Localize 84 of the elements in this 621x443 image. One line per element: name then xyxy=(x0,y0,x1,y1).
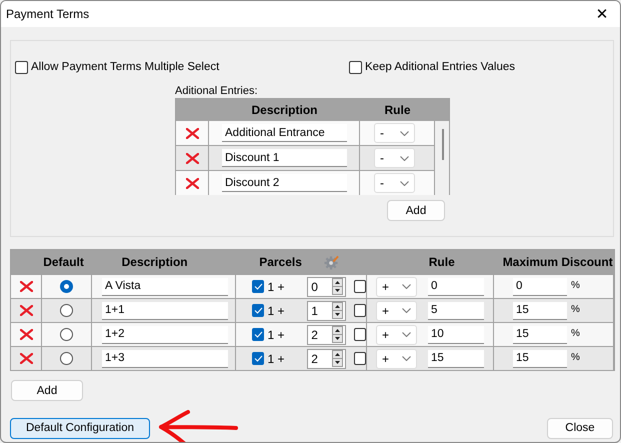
default-radio[interactable] xyxy=(60,328,73,341)
parcels-checkbox[interactable] xyxy=(252,328,264,341)
description-field[interactable]: 1+2 xyxy=(102,326,228,344)
delete-icon[interactable] xyxy=(20,305,32,316)
spinner-arrows-icon[interactable] xyxy=(332,278,343,295)
spinner-arrows-icon[interactable] xyxy=(332,326,343,343)
parcels-spinner[interactable]: 0 xyxy=(307,276,346,296)
parcels-checkbox[interactable] xyxy=(252,304,264,317)
add-button[interactable]: Add xyxy=(387,200,445,221)
checkbox[interactable] xyxy=(354,280,366,293)
rule-dropdown[interactable]: + xyxy=(376,300,417,320)
parcels-prefix: 1 + xyxy=(267,328,286,342)
percent-label: % xyxy=(571,280,580,291)
delete-icon[interactable] xyxy=(20,353,32,364)
column-header: Rule xyxy=(428,254,456,271)
parcels-spinner[interactable]: 1 xyxy=(307,300,346,320)
delete-icon[interactable] xyxy=(20,281,32,292)
scrollbar-thumb[interactable] xyxy=(442,129,444,160)
checkbox[interactable] xyxy=(354,304,366,317)
description-field[interactable]: 1+3 xyxy=(102,350,228,368)
rule-dropdown[interactable]: - xyxy=(374,148,415,168)
rule-dropdown[interactable]: + xyxy=(376,276,417,296)
rule-value-field[interactable]: 10 xyxy=(428,326,484,344)
default-radio[interactable] xyxy=(60,280,73,293)
max-discount-field[interactable]: 0 xyxy=(513,278,567,296)
default-configuration-button[interactable]: Default Configuration xyxy=(10,418,150,438)
chevron-down-icon xyxy=(402,308,411,313)
rule-dropdown[interactable]: - xyxy=(374,173,415,193)
percent-label: % xyxy=(571,304,580,315)
description-field[interactable]: Discount 2 xyxy=(222,174,347,192)
rule-dropdown[interactable]: + xyxy=(376,348,417,368)
column-header: Default xyxy=(42,254,85,271)
checkbox[interactable] xyxy=(15,60,28,74)
chevron-down-icon xyxy=(402,332,411,337)
section-label: Aditional Entries: xyxy=(175,85,259,98)
description-field[interactable]: A Vista xyxy=(102,278,228,296)
column-header: Rule xyxy=(383,102,412,119)
parcels-checkbox[interactable] xyxy=(252,352,264,365)
chevron-down-icon xyxy=(402,284,411,289)
add-button[interactable]: Add xyxy=(11,380,83,401)
column-header: Description xyxy=(250,102,318,119)
default-radio[interactable] xyxy=(60,304,73,317)
close-button[interactable]: ✕ xyxy=(584,1,620,27)
parcels-prefix: 1 + xyxy=(267,304,286,318)
percent-label: % xyxy=(571,328,580,339)
chevron-down-icon xyxy=(400,180,409,186)
column-header: Description xyxy=(120,254,189,271)
window-title: Payment Terms xyxy=(6,7,90,21)
chevron-down-icon xyxy=(400,156,409,160)
column-header: Maximum Discount xyxy=(502,254,614,271)
close-button[interactable]: Close xyxy=(547,418,613,438)
delete-icon[interactable] xyxy=(186,178,198,188)
rule-value-field[interactable]: 0 xyxy=(428,278,484,296)
parcels-checkbox[interactable] xyxy=(252,280,264,293)
default-radio[interactable] xyxy=(60,352,73,365)
gear-icon xyxy=(324,254,339,270)
checkbox[interactable] xyxy=(348,60,362,74)
rule-dropdown[interactable]: + xyxy=(376,324,417,344)
parcels-spinner[interactable]: 2 xyxy=(307,324,346,344)
chevron-down-icon xyxy=(400,130,409,136)
spinner-arrows-icon[interactable] xyxy=(332,302,343,319)
description-field[interactable]: Additional Entrance xyxy=(222,124,347,142)
delete-icon[interactable] xyxy=(186,128,198,138)
column-header: Parcels xyxy=(259,255,302,269)
description-field[interactable]: Discount 1 xyxy=(222,149,347,167)
checkbox-label: Keep Aditional Entries Values xyxy=(364,61,515,73)
chevron-down-icon xyxy=(402,356,411,361)
parcels-spinner[interactable]: 2 xyxy=(307,348,346,368)
delete-icon[interactable] xyxy=(186,152,198,164)
parcels-prefix: 1 + xyxy=(267,352,286,366)
rule-value-field[interactable]: 5 xyxy=(428,302,484,320)
percent-label: % xyxy=(571,352,580,363)
max-discount-field[interactable]: 15 xyxy=(513,326,567,344)
max-discount-field[interactable]: 15 xyxy=(513,302,567,320)
spinner-arrows-icon[interactable] xyxy=(332,350,343,367)
checkbox-label: Allow Payment Terms Multiple Select xyxy=(31,61,220,73)
max-discount-field[interactable]: 15 xyxy=(513,350,567,368)
checkbox[interactable] xyxy=(354,352,366,365)
rule-dropdown[interactable]: - xyxy=(374,123,415,143)
checkbox[interactable] xyxy=(354,328,366,341)
parcels-prefix: 1 + xyxy=(267,280,286,294)
rule-value-field[interactable]: 15 xyxy=(428,350,484,368)
description-field[interactable]: 1+1 xyxy=(102,302,228,320)
delete-icon[interactable] xyxy=(20,329,32,340)
